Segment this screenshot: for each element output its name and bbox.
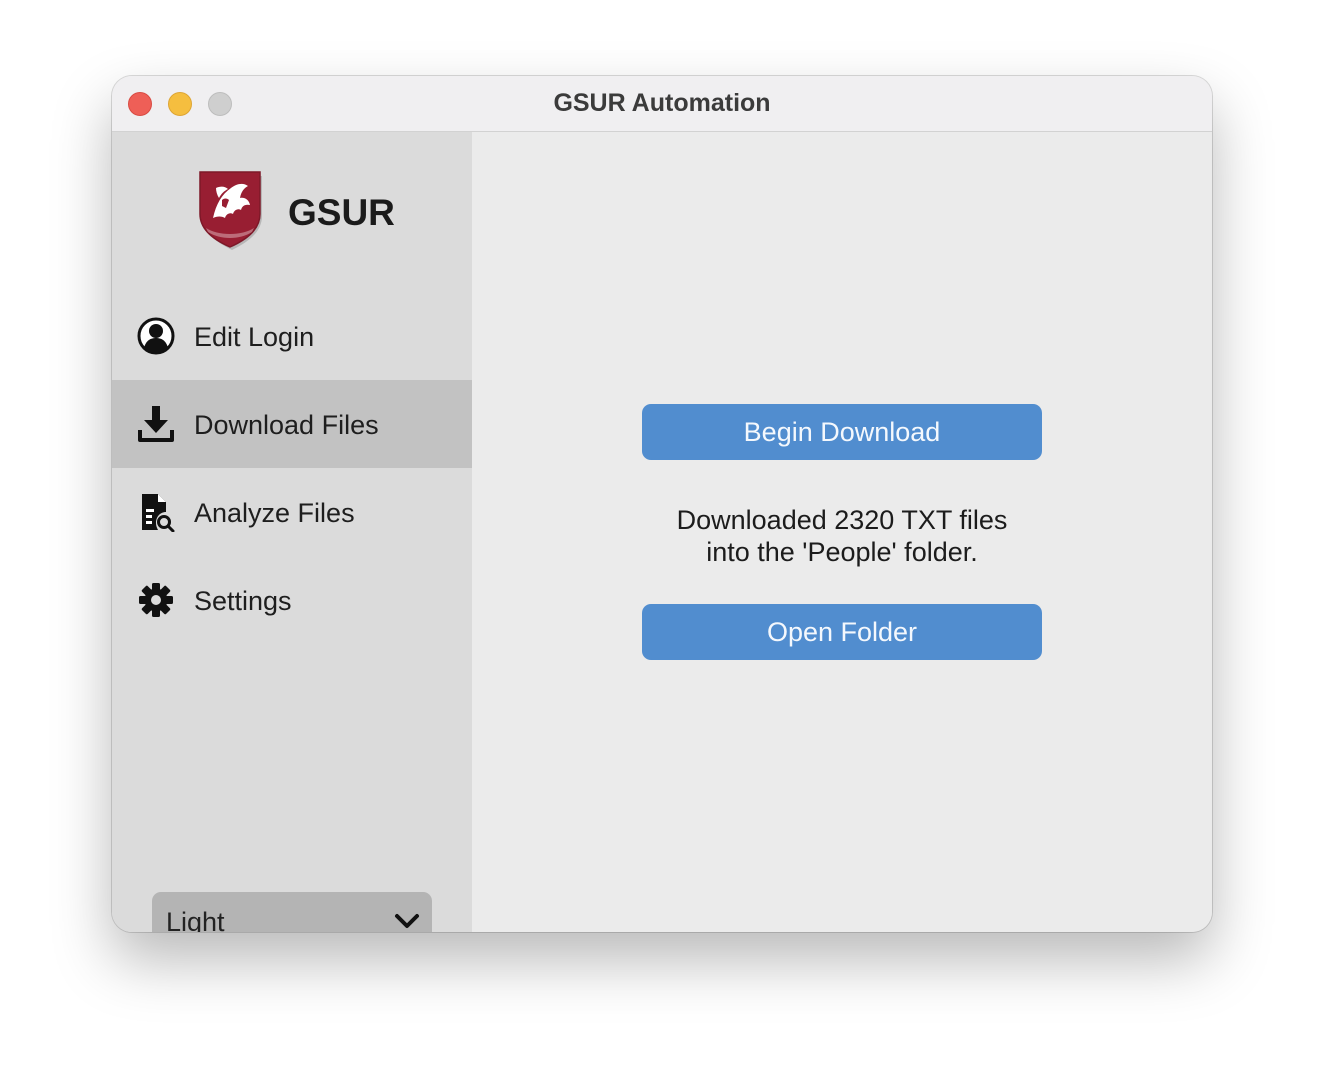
download-icon [138,406,174,442]
user-circle-icon [137,317,175,355]
sidebar-item-analyze-files[interactable]: Analyze Files [112,468,472,556]
appearance-mode-dropdown[interactable]: Light [152,892,432,932]
sidebar-item-label: Edit Login [194,322,315,352]
analyze-file-icon [142,494,175,532]
open-folder-button[interactable]: Open Folder [642,604,1042,660]
sidebar-item-settings[interactable]: Settings [112,556,472,644]
sidebar: GSUR Edit Login Download Files Analyze F… [112,132,472,932]
begin-download-button[interactable]: Begin Download [642,404,1042,460]
chevron-down-icon [395,914,419,928]
window-title: GSUR Automation [553,89,771,117]
download-status-text: Downloaded 2320 TXT files into the 'Peop… [472,504,1212,568]
cougar-shield-logo-icon [199,171,262,250]
app-window: GSUR Automation GSUR Edit Login Download… [112,76,1212,932]
sidebar-item-download-files[interactable]: Download Files [112,380,472,468]
sidebar-item-label: Analyze Files [194,498,355,528]
sidebar-item-label: Settings [194,586,292,616]
status-line: Downloaded 2320 TXT files [676,505,1008,535]
status-line: into the 'People' folder. [706,537,978,567]
appearance-mode-value: Light [166,907,225,932]
gear-icon [139,583,173,617]
sidebar-item-edit-login[interactable]: Edit Login [112,292,472,380]
sidebar-item-label: Download Files [194,410,379,440]
main-panel: Begin Download Downloaded 2320 TXT files… [472,132,1212,932]
title-bar: GSUR Automation [112,76,1212,132]
brand-title: GSUR [288,192,395,233]
